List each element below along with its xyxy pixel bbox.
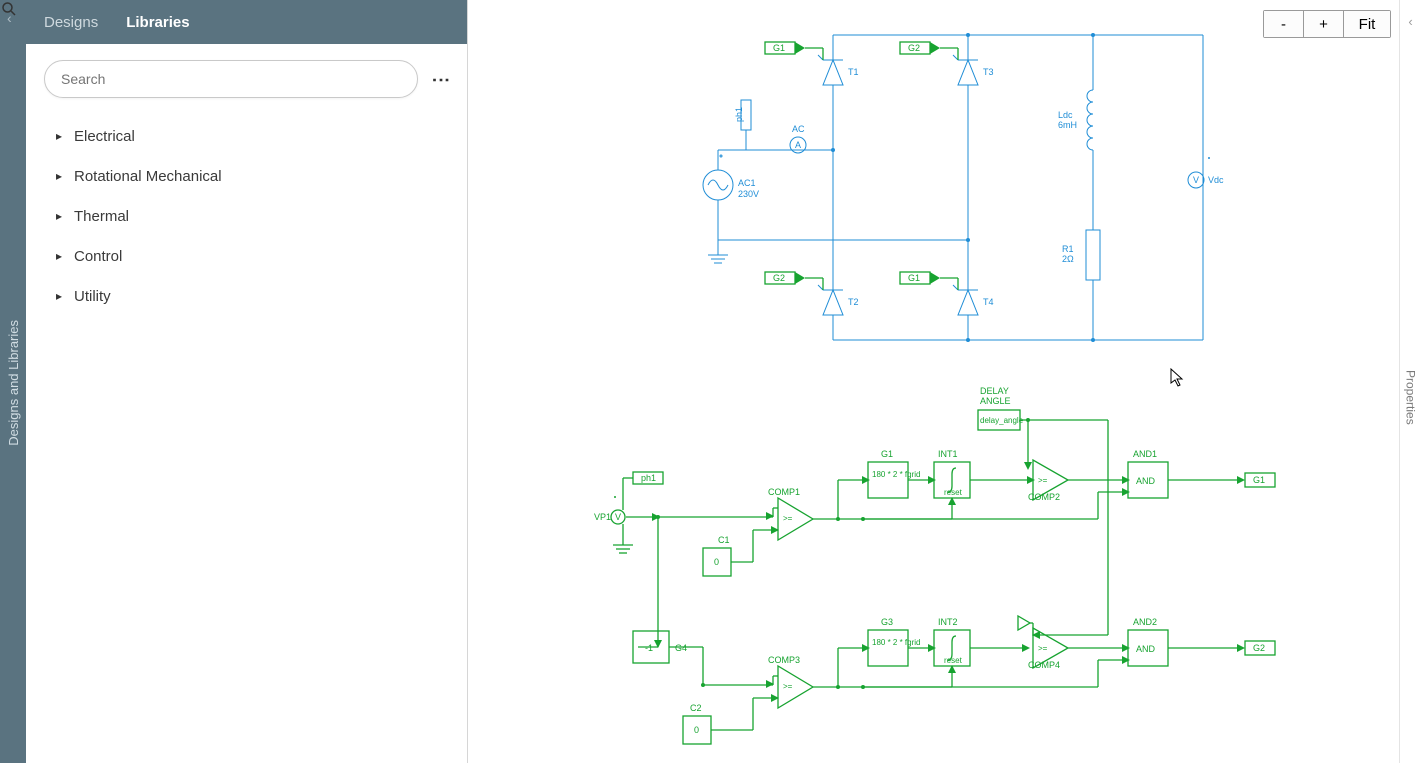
panel-tabs: Designs Libraries xyxy=(26,0,467,44)
svg-text:G2: G2 xyxy=(1253,643,1265,653)
chevron-right-icon: ▸ xyxy=(44,129,74,143)
gate-G1-T4: G1 xyxy=(900,272,958,290)
svg-text:>=: >= xyxy=(1038,476,1048,485)
svg-text:ANGLE: ANGLE xyxy=(980,396,1011,406)
svg-text:2Ω: 2Ω xyxy=(1062,254,1074,264)
svg-text:G1: G1 xyxy=(1253,475,1265,485)
svg-text:reset: reset xyxy=(944,656,963,665)
svg-text:reset: reset xyxy=(944,488,963,497)
search-box[interactable] xyxy=(44,60,418,98)
svg-text:0: 0 xyxy=(694,725,699,735)
chevron-right-icon: ▸ xyxy=(44,169,74,183)
tree-item-electrical[interactable]: ▸Electrical xyxy=(44,116,449,156)
svg-text:G3: G3 xyxy=(881,617,893,627)
svg-text:G2: G2 xyxy=(773,273,785,283)
svg-text:R1: R1 xyxy=(1062,244,1074,254)
svg-text:180 * 2 * fgrid: 180 * 2 * fgrid xyxy=(872,638,920,647)
svg-text:AC1: AC1 xyxy=(738,178,756,188)
svg-text:T4: T4 xyxy=(983,297,994,307)
left-rail: ‹ Designs and Libraries xyxy=(0,0,26,763)
more-icon[interactable]: ⋮ xyxy=(430,71,451,88)
svg-text:180 * 2 * fgrid: 180 * 2 * fgrid xyxy=(872,470,920,479)
svg-text:>=: >= xyxy=(783,682,793,691)
svg-text:Ldc: Ldc xyxy=(1058,110,1073,120)
svg-text:AND: AND xyxy=(1136,644,1156,654)
tree-item-utility[interactable]: ▸Utility xyxy=(44,276,449,316)
svg-text:G2: G2 xyxy=(908,43,920,53)
svg-text:AC: AC xyxy=(792,124,805,134)
gate-G1-T1: G1 xyxy=(765,42,823,60)
svg-text:Vdc: Vdc xyxy=(1208,175,1224,185)
tab-designs[interactable]: Designs xyxy=(44,14,98,31)
svg-text:A: A xyxy=(795,140,801,150)
svg-text:>=: >= xyxy=(1038,644,1048,653)
svg-text:6mH: 6mH xyxy=(1058,120,1077,130)
svg-text:T2: T2 xyxy=(848,297,859,307)
chevron-right-icon: ▸ xyxy=(44,249,74,263)
svg-text:C2: C2 xyxy=(690,703,702,713)
library-tree: ▸Electrical ▸Rotational Mechanical ▸Ther… xyxy=(26,102,467,330)
svg-text:C1: C1 xyxy=(718,535,730,545)
schematic-canvas[interactable]: - + Fit ‹ Properties xyxy=(468,0,1421,763)
svg-text:0: 0 xyxy=(714,557,719,567)
tab-libraries[interactable]: Libraries xyxy=(126,14,189,31)
svg-text:VP1: VP1 xyxy=(594,512,611,522)
chevron-right-icon: ▸ xyxy=(44,209,74,223)
svg-text:COMP2: COMP2 xyxy=(1028,492,1060,502)
search-input[interactable] xyxy=(59,70,403,88)
svg-text:-1: -1 xyxy=(645,643,653,653)
tree-item-thermal[interactable]: ▸Thermal xyxy=(44,196,449,236)
rail-title: Designs and Libraries xyxy=(6,320,21,446)
svg-text:ph1: ph1 xyxy=(734,107,744,122)
tree-item-control[interactable]: ▸Control xyxy=(44,236,449,276)
svg-text:T3: T3 xyxy=(983,67,994,77)
svg-text:>=: >= xyxy=(783,514,793,523)
gate-G2-T3: G2 xyxy=(900,42,958,60)
svg-text:AND2: AND2 xyxy=(1133,617,1157,627)
svg-text:V: V xyxy=(615,512,621,522)
svg-text:G1: G1 xyxy=(773,43,785,53)
svg-text:DELAY: DELAY xyxy=(980,386,1009,396)
svg-text:COMP4: COMP4 xyxy=(1028,660,1060,670)
svg-text:AND1: AND1 xyxy=(1133,449,1157,459)
svg-text:INT2: INT2 xyxy=(938,617,958,627)
svg-text:230V: 230V xyxy=(738,189,759,199)
schematic-svg: AC1 230V A AC ph1 T1 xyxy=(468,0,1421,763)
tree-item-rotational[interactable]: ▸Rotational Mechanical xyxy=(44,156,449,196)
svg-text:COMP3: COMP3 xyxy=(768,655,800,665)
svg-text:ph1: ph1 xyxy=(641,473,656,483)
svg-text:INT1: INT1 xyxy=(938,449,958,459)
libraries-panel: Designs Libraries ⋮ ▸Electrical ▸Rotatio… xyxy=(26,0,468,763)
svg-text:delay_angle: delay_angle xyxy=(980,416,1024,425)
svg-text:T1: T1 xyxy=(848,67,859,77)
gate-G2-T2: G2 xyxy=(765,272,823,290)
svg-text:G1: G1 xyxy=(881,449,893,459)
chevron-right-icon: ▸ xyxy=(44,289,74,303)
svg-text:COMP1: COMP1 xyxy=(768,487,800,497)
svg-text:G4: G4 xyxy=(675,643,687,653)
svg-text:V: V xyxy=(1193,175,1199,185)
svg-text:G1: G1 xyxy=(908,273,920,283)
svg-text:AND: AND xyxy=(1136,476,1156,486)
